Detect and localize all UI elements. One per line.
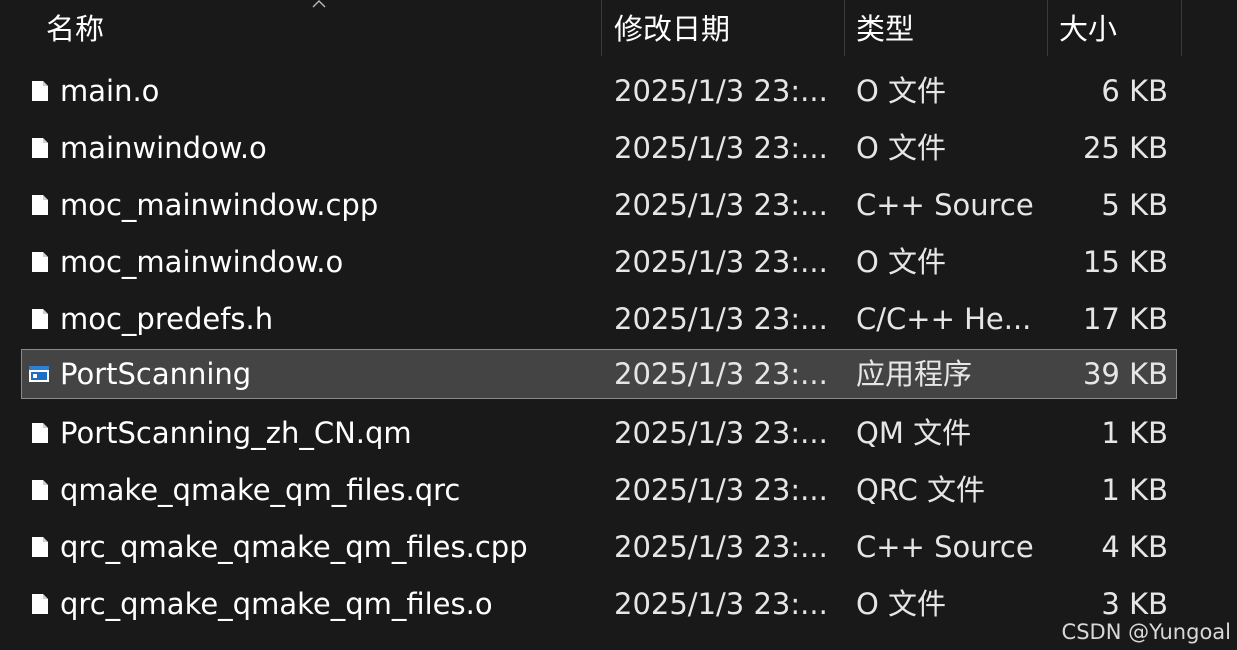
column-header-bar: 名称 修改日期 类型 大小 xyxy=(0,0,1237,56)
file-date-modified: 2025/1/3 23:... xyxy=(614,473,828,507)
column-header-type-label: 类型 xyxy=(856,12,915,46)
file-icon xyxy=(32,594,48,614)
file-size: 39 KB xyxy=(1082,357,1168,391)
file-name: moc_mainwindow.cpp xyxy=(60,188,379,222)
file-icon xyxy=(32,423,48,443)
file-size: 6 KB xyxy=(1101,74,1168,108)
file-row[interactable]: moc_predefs.h 2025/1/3 23:... C/C++ He..… xyxy=(21,294,1177,344)
file-date-modified: 2025/1/3 23:... xyxy=(614,530,828,564)
file-size: 15 KB xyxy=(1082,245,1168,279)
column-header-name[interactable]: 名称 xyxy=(0,0,601,56)
file-date-modified: 2025/1/3 23:... xyxy=(614,357,828,391)
column-header-date-modified[interactable]: 修改日期 xyxy=(601,0,844,56)
file-row[interactable]: moc_mainwindow.cpp 2025/1/3 23:... C++ S… xyxy=(21,180,1177,230)
file-size: 25 KB xyxy=(1082,131,1168,165)
file-type: 应用程序 xyxy=(856,357,973,391)
file-size: 1 KB xyxy=(1101,416,1168,450)
file-type: QM 文件 xyxy=(856,416,972,450)
file-type: C++ Source xyxy=(856,188,1034,222)
file-date-modified: 2025/1/3 23:... xyxy=(614,416,828,450)
file-row[interactable]: main.o 2025/1/3 23:... O 文件 6 KB xyxy=(21,66,1177,116)
file-date-modified: 2025/1/3 23:... xyxy=(614,188,828,222)
file-type: C/C++ He... xyxy=(856,302,1032,336)
column-header-date-label: 修改日期 xyxy=(614,12,731,46)
file-type: O 文件 xyxy=(856,74,947,108)
file-size: 4 KB xyxy=(1101,530,1168,564)
file-type: QRC 文件 xyxy=(856,473,985,507)
column-header-name-label: 名称 xyxy=(46,12,105,46)
file-date-modified: 2025/1/3 23:... xyxy=(614,302,828,336)
file-icon xyxy=(32,195,48,215)
file-name: moc_predefs.h xyxy=(60,302,274,336)
file-row[interactable]: moc_mainwindow.o 2025/1/3 23:... O 文件 15… xyxy=(21,237,1177,287)
file-icon xyxy=(32,537,48,557)
file-size: 5 KB xyxy=(1101,188,1168,222)
file-name: main.o xyxy=(60,74,160,108)
file-type: O 文件 xyxy=(856,587,947,621)
file-name: PortScanning_zh_CN.qm xyxy=(60,416,412,450)
sort-ascending-icon xyxy=(312,0,326,8)
file-size: 1 KB xyxy=(1101,473,1168,507)
file-icon xyxy=(32,252,48,272)
file-icon xyxy=(32,309,48,329)
file-name: mainwindow.o xyxy=(60,131,267,165)
file-date-modified: 2025/1/3 23:... xyxy=(614,587,828,621)
column-header-type[interactable]: 类型 xyxy=(844,0,1047,56)
file-row[interactable]: mainwindow.o 2025/1/3 23:... O 文件 25 KB xyxy=(21,123,1177,173)
file-row[interactable]: qmake_qmake_qm_files.qrc 2025/1/3 23:...… xyxy=(21,465,1177,515)
file-size: 17 KB xyxy=(1082,302,1168,336)
file-icon xyxy=(32,138,48,158)
file-row-selected[interactable]: PortScanning 2025/1/3 23:... 应用程序 39 KB xyxy=(21,349,1177,399)
file-type: C++ Source xyxy=(856,530,1034,564)
file-name: qmake_qmake_qm_files.qrc xyxy=(60,473,461,507)
column-header-size-label: 大小 xyxy=(1059,12,1118,46)
file-name: qrc_qmake_qmake_qm_files.o xyxy=(60,587,493,621)
file-name: qrc_qmake_qmake_qm_files.cpp xyxy=(60,530,528,564)
file-row[interactable]: qrc_qmake_qmake_qm_files.cpp 2025/1/3 23… xyxy=(21,522,1177,572)
file-type: O 文件 xyxy=(856,245,947,279)
file-row[interactable]: PortScanning_zh_CN.qm 2025/1/3 23:... QM… xyxy=(21,408,1177,458)
application-icon xyxy=(29,366,49,382)
watermark: CSDN @Yungoal xyxy=(1061,620,1231,644)
file-name: PortScanning xyxy=(60,357,252,391)
column-header-size[interactable]: 大小 xyxy=(1047,0,1182,56)
file-row[interactable]: qrc_qmake_qmake_qm_files.o 2025/1/3 23:.… xyxy=(21,579,1177,629)
file-icon xyxy=(32,81,48,101)
file-icon xyxy=(32,480,48,500)
file-date-modified: 2025/1/3 23:... xyxy=(614,74,828,108)
file-type: O 文件 xyxy=(856,131,947,165)
file-date-modified: 2025/1/3 23:... xyxy=(614,131,828,165)
file-date-modified: 2025/1/3 23:... xyxy=(614,245,828,279)
file-name: moc_mainwindow.o xyxy=(60,245,344,279)
